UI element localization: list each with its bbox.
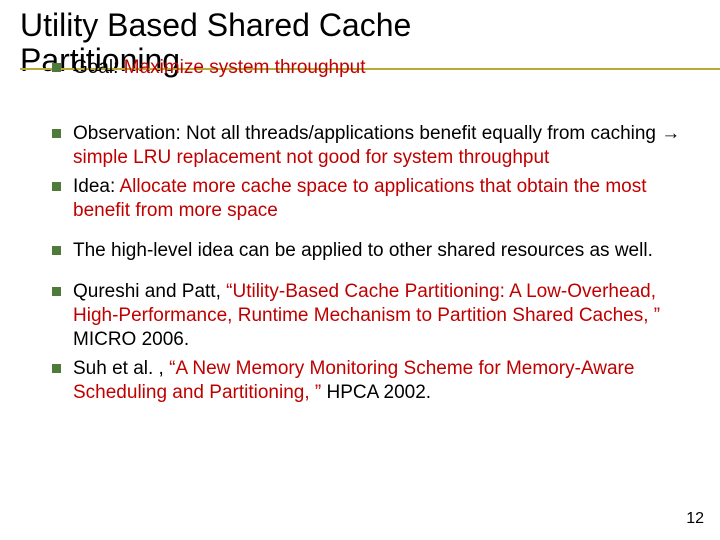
bullet-idea: Idea: Allocate more cache space to appli… bbox=[52, 175, 690, 224]
bullet-ref-qureshi: Qureshi and Patt, “Utility-Based Cache P… bbox=[52, 280, 690, 353]
text-plain: Observation: Not all threads/application… bbox=[73, 123, 680, 144]
text-plain: The high-level idea can be applied to ot… bbox=[73, 240, 653, 261]
text-highlight: Maximize system throughput bbox=[124, 57, 366, 78]
slide-body: Observation: Not all threads/application… bbox=[20, 122, 700, 405]
title-line-1: Utility Based Shared Cache bbox=[20, 8, 700, 43]
bullet-goal: Goal: Maximize system throughput bbox=[52, 56, 366, 80]
page-number: 12 bbox=[686, 510, 704, 528]
bullet-icon bbox=[52, 364, 61, 373]
text-plain: HPCA 2002. bbox=[321, 382, 431, 403]
text-highlight: Allocate more cache space to application… bbox=[73, 176, 647, 221]
bullet-group: The high-level idea can be applied to ot… bbox=[52, 239, 690, 263]
text-highlight: simple LRU replacement not good for syst… bbox=[73, 147, 549, 168]
bullet-text: The high-level idea can be applied to ot… bbox=[73, 239, 653, 263]
bullet-text: Suh et al. , “A New Memory Monitoring Sc… bbox=[73, 357, 690, 406]
bullet-icon bbox=[52, 63, 61, 72]
bullet-group: Qureshi and Patt, “Utility-Based Cache P… bbox=[52, 280, 690, 406]
title-block: Utility Based Shared Cache Partitioning … bbox=[20, 8, 700, 102]
bullet-observation: Observation: Not all threads/application… bbox=[52, 122, 690, 171]
text-plain: Idea: bbox=[73, 176, 120, 197]
bullet-text: Idea: Allocate more cache space to appli… bbox=[73, 175, 690, 224]
slide: Utility Based Shared Cache Partitioning … bbox=[0, 0, 720, 540]
text-plain: MICRO 2006. bbox=[73, 329, 189, 350]
bullet-text: Observation: Not all threads/application… bbox=[73, 122, 690, 171]
bullet-ref-suh: Suh et al. , “A New Memory Monitoring Sc… bbox=[52, 357, 690, 406]
text-plain: Goal: bbox=[73, 57, 124, 78]
text-plain: Suh et al. , bbox=[73, 358, 169, 379]
bullet-text: Qureshi and Patt, “Utility-Based Cache P… bbox=[73, 280, 690, 353]
bullet-text: Goal: Maximize system throughput bbox=[73, 56, 366, 80]
bullet-group: Observation: Not all threads/application… bbox=[52, 122, 690, 223]
bullet-icon bbox=[52, 287, 61, 296]
bullet-icon bbox=[52, 129, 61, 138]
text-plain: Qureshi and Patt, bbox=[73, 281, 226, 302]
bullet-high-level: The high-level idea can be applied to ot… bbox=[52, 239, 690, 263]
bullet-icon bbox=[52, 246, 61, 255]
bullet-icon bbox=[52, 182, 61, 191]
